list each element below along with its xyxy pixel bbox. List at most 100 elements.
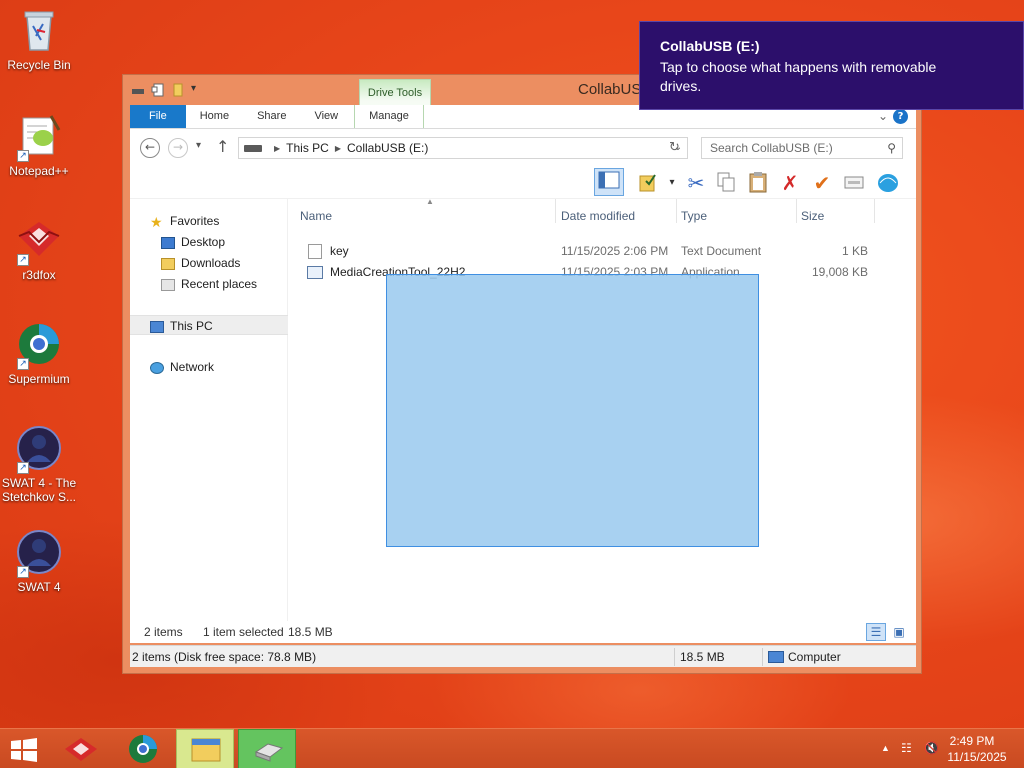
selected-count: 1 item selected xyxy=(203,625,284,639)
properties-icon[interactable] xyxy=(842,171,866,195)
window-status-bar: 2 items (Disk free space: 78.8 MB) 18.5 … xyxy=(130,645,916,667)
column-header-size[interactable]: Size xyxy=(801,209,824,229)
taskbar-file-explorer-icon[interactable] xyxy=(176,729,234,768)
taskbar-r3dfox-icon[interactable] xyxy=(52,729,110,768)
delete-icon[interactable]: ✗ xyxy=(778,171,802,195)
breadcrumb-collabusb[interactable]: CollabUSB (E:) xyxy=(347,141,428,155)
up-button[interactable]: ↑ xyxy=(216,137,229,156)
large-icons-view-button[interactable]: ▣ xyxy=(889,623,909,641)
column-header-name[interactable]: Name xyxy=(300,209,332,229)
preview-pane-icon[interactable] xyxy=(594,168,624,196)
column-divider[interactable] xyxy=(555,199,556,223)
clock-time[interactable]: 2:49 PM xyxy=(942,734,1002,748)
clock-date[interactable]: 11/15/2025 xyxy=(942,750,1012,764)
refresh-button[interactable]: ↻ xyxy=(662,137,688,159)
column-header-type[interactable]: Type xyxy=(681,209,707,229)
taskbar-supermium-icon[interactable] xyxy=(114,729,172,768)
details-view-button[interactable]: ☰ xyxy=(866,623,886,641)
desktop-icon-label: SWAT 4 - The Stetchkov S... xyxy=(1,476,77,504)
table-row[interactable]: key 11/15/2025 2:06 PM Text Document 1 K… xyxy=(300,241,880,262)
tab-file[interactable]: File xyxy=(130,105,186,128)
taskbar: ▲ ☷ 🔇 2:49 PM 11/15/2025 xyxy=(0,728,1024,768)
details-status-bar: 2 items 1 item selected 18.5 MB ☰ ▣ xyxy=(130,621,916,643)
application-icon xyxy=(307,266,323,279)
recycle-bin-icon xyxy=(15,6,63,54)
status-size: 18.5 MB xyxy=(680,650,725,664)
shortcut-arrow-icon: ↗ xyxy=(17,462,29,474)
file-date: 11/15/2025 2:06 PM xyxy=(561,244,669,258)
network-tray-icon[interactable]: ☷ xyxy=(901,741,912,755)
taskbar-usb-drive-icon[interactable] xyxy=(238,729,296,768)
this-pc-icon xyxy=(150,320,164,333)
system-tray: ▲ ☷ 🔇 2:49 PM 11/15/2025 xyxy=(864,729,1024,768)
downloads-folder-icon xyxy=(161,257,175,270)
notepad-plus-plus-icon: ↗ xyxy=(15,112,63,162)
show-hidden-icons-chevron-icon[interactable]: ▲ xyxy=(881,743,890,753)
recent-locations-chevron-icon[interactable]: ▾ xyxy=(196,140,201,151)
recent-places-icon xyxy=(161,278,175,291)
customize-qat-chevron-icon[interactable]: ▾ xyxy=(191,83,205,97)
copy-icon[interactable] xyxy=(714,171,738,195)
tab-share[interactable]: Share xyxy=(243,105,300,128)
tab-view[interactable]: View xyxy=(300,105,352,128)
start-windows-icon[interactable] xyxy=(10,738,38,762)
swat4-icon: ↗ xyxy=(15,528,63,578)
properties-icon[interactable] xyxy=(151,83,165,97)
nav-item-favorites[interactable]: ★ Favorites xyxy=(130,211,288,231)
file-type: Text Document xyxy=(681,244,762,258)
desktop-icon-supermium[interactable]: ↗ Supermium xyxy=(0,320,78,386)
column-divider[interactable] xyxy=(796,199,797,223)
desktop-icon-swat4[interactable]: ↗ SWAT 4 xyxy=(0,528,78,594)
nav-item-desktop[interactable]: Desktop xyxy=(130,232,288,252)
swat4-stetchkov-icon: ↗ xyxy=(15,424,63,474)
toast-title: CollabUSB (E:) xyxy=(660,38,760,54)
expand-ribbon-chevron-icon[interactable]: ⌄ xyxy=(878,109,888,123)
desktop-icon-notepad-plus-plus[interactable]: ↗ Notepad++ xyxy=(0,112,78,178)
back-button[interactable]: ← xyxy=(140,138,160,158)
star-icon: ★ xyxy=(150,213,163,230)
desktop-icon-label: r3dfox xyxy=(22,268,56,282)
breadcrumb-this-pc[interactable]: This PC xyxy=(286,141,329,155)
breadcrumb-separator-icon[interactable]: ▶ xyxy=(274,144,280,153)
navigation-pane: ★ Favorites Desktop Downloads Recent plac… xyxy=(130,199,288,643)
desktop-icon-r3dfox[interactable]: ↗ r3dfox xyxy=(0,216,78,282)
command-toolbar: ▾ ✂ ✗ ✔ xyxy=(130,165,916,199)
supermium-icon: ↗ xyxy=(15,320,63,370)
drive-icon xyxy=(131,83,145,97)
cut-icon[interactable]: ✂ xyxy=(684,171,708,195)
column-divider[interactable] xyxy=(874,199,875,223)
check-folder-chevron-icon[interactable]: ▾ xyxy=(660,171,684,195)
tab-manage[interactable]: Manage xyxy=(354,105,424,128)
nav-item-label: Favorites xyxy=(170,214,220,228)
search-input[interactable]: Search CollabUSB (E:) ⚲ xyxy=(701,137,903,159)
items-count: 2 items xyxy=(144,625,183,639)
column-divider[interactable] xyxy=(676,199,677,223)
drive-icon xyxy=(244,144,262,152)
help-icon[interactable]: ? xyxy=(893,109,908,124)
check-folder-icon[interactable] xyxy=(636,171,660,195)
tab-home[interactable]: Home xyxy=(186,105,243,128)
nav-item-network[interactable]: Network xyxy=(130,357,288,377)
autoplay-toast[interactable]: CollabUSB (E:) Tap to choose what happen… xyxy=(639,21,1024,110)
breadcrumb-separator-icon[interactable]: ▶ xyxy=(335,144,341,153)
address-input[interactable]: ▶ This PC ▶ CollabUSB (E:) ⌄ xyxy=(238,137,688,159)
desktop-icon-label: Notepad++ xyxy=(9,164,69,178)
desktop-icon-label: Supermium xyxy=(8,372,70,386)
nav-item-downloads[interactable]: Downloads xyxy=(130,253,288,273)
r3dfox-icon: ↗ xyxy=(15,216,63,266)
quick-access-toolbar: ▾ xyxy=(131,83,205,97)
shortcut-arrow-icon: ↗ xyxy=(17,254,29,266)
volume-muted-icon[interactable]: 🔇 xyxy=(924,741,939,755)
nav-item-recent-places[interactable]: Recent places xyxy=(130,274,288,294)
nav-item-this-pc[interactable]: This PC xyxy=(130,315,288,335)
paste-icon[interactable] xyxy=(746,171,770,195)
rename-check-icon[interactable]: ✔ xyxy=(810,171,834,195)
desktop-icon-recycle-bin[interactable]: Recycle Bin xyxy=(0,6,78,72)
new-folder-icon[interactable] xyxy=(171,83,185,97)
forward-button[interactable]: → xyxy=(168,138,188,158)
globe-shell-icon[interactable] xyxy=(876,171,900,195)
column-header-date-modified[interactable]: Date modified xyxy=(561,209,635,229)
desktop-icon-swat4-stetchkov[interactable]: ↗ SWAT 4 - The Stetchkov S... xyxy=(0,424,78,504)
shortcut-arrow-icon: ↗ xyxy=(17,150,29,162)
toast-body: Tap to choose what happens with removabl… xyxy=(660,59,937,94)
